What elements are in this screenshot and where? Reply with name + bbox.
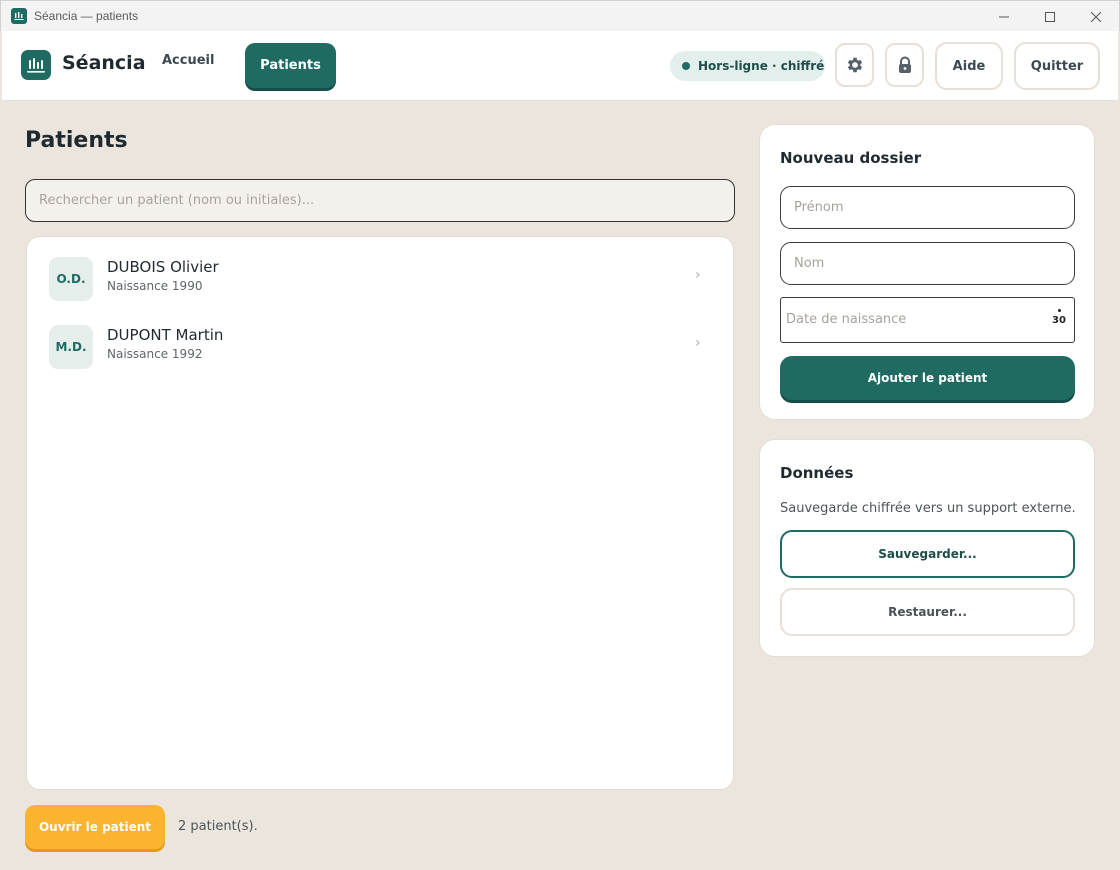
restore-backup-button[interactable]: Restaurer... bbox=[780, 588, 1075, 636]
chevron-right-icon: › bbox=[695, 335, 701, 351]
patient-row[interactable]: O.D. DUBOIS Olivier Naissance 1990 › bbox=[27, 255, 733, 319]
birthdate-placeholder: Date de naissance bbox=[786, 312, 907, 327]
page-title: Patients bbox=[25, 128, 128, 153]
new-record-title: Nouveau dossier bbox=[780, 149, 922, 167]
patient-name: DUPONT Martin bbox=[107, 326, 224, 344]
offline-status-badge: Hors-ligne · chiffré bbox=[670, 51, 825, 81]
lock-button[interactable] bbox=[885, 43, 924, 87]
last-name-input[interactable] bbox=[780, 242, 1075, 285]
patient-birth: Naissance 1990 bbox=[107, 279, 203, 293]
window-controls bbox=[981, 1, 1119, 32]
minimize-icon[interactable] bbox=[981, 1, 1027, 32]
data-card: Données Sauvegarde chiffrée vers un supp… bbox=[759, 439, 1095, 657]
patient-birth: Naissance 1992 bbox=[107, 347, 203, 361]
patient-count: 2 patient(s). bbox=[178, 819, 258, 834]
new-record-card: Nouveau dossier Date de naissance 30 Ajo… bbox=[759, 124, 1095, 420]
app-brand: Séancia bbox=[62, 52, 146, 74]
data-title: Données bbox=[780, 464, 854, 482]
patient-avatar: M.D. bbox=[49, 325, 93, 369]
patient-list: O.D. DUBOIS Olivier Naissance 1990 › M.D… bbox=[26, 236, 734, 790]
open-patient-button[interactable]: Ouvrir le patient bbox=[25, 805, 165, 849]
settings-button[interactable] bbox=[835, 43, 874, 87]
birthdate-input[interactable]: Date de naissance 30 bbox=[780, 297, 1075, 343]
calendar-day: 30 bbox=[1052, 315, 1066, 326]
app-header: Séancia Accueil Patients Hors-ligne · ch… bbox=[2, 31, 1118, 101]
lock-icon bbox=[898, 56, 911, 73]
app-logo-icon bbox=[11, 8, 27, 24]
first-name-input[interactable] bbox=[780, 186, 1075, 229]
patient-search-input[interactable] bbox=[25, 179, 735, 222]
data-description: Sauvegarde chiffrée vers un support exte… bbox=[780, 501, 1076, 516]
quit-button[interactable]: Quitter bbox=[1014, 42, 1100, 90]
nav-patients[interactable]: Patients bbox=[245, 43, 336, 88]
status-label: Hors-ligne · chiffré bbox=[698, 59, 825, 73]
patient-name: DUBOIS Olivier bbox=[107, 258, 219, 276]
chevron-right-icon: › bbox=[695, 267, 701, 283]
close-icon[interactable] bbox=[1073, 1, 1119, 32]
status-dot-icon bbox=[682, 62, 690, 70]
app-logo-icon bbox=[21, 50, 51, 80]
save-backup-button[interactable]: Sauvegarder... bbox=[780, 530, 1075, 578]
window-titlebar: Séancia — patients bbox=[0, 0, 1120, 31]
help-button[interactable]: Aide bbox=[935, 42, 1003, 90]
patient-row[interactable]: M.D. DUPONT Martin Naissance 1992 › bbox=[27, 323, 733, 387]
patient-avatar: O.D. bbox=[49, 257, 93, 301]
gear-icon bbox=[847, 57, 862, 73]
window-title: Séancia — patients bbox=[34, 9, 139, 23]
calendar-icon[interactable]: 30 bbox=[1051, 307, 1067, 331]
nav-home[interactable]: Accueil bbox=[162, 53, 214, 68]
maximize-icon[interactable] bbox=[1027, 1, 1073, 32]
add-patient-button[interactable]: Ajouter le patient bbox=[780, 356, 1075, 400]
